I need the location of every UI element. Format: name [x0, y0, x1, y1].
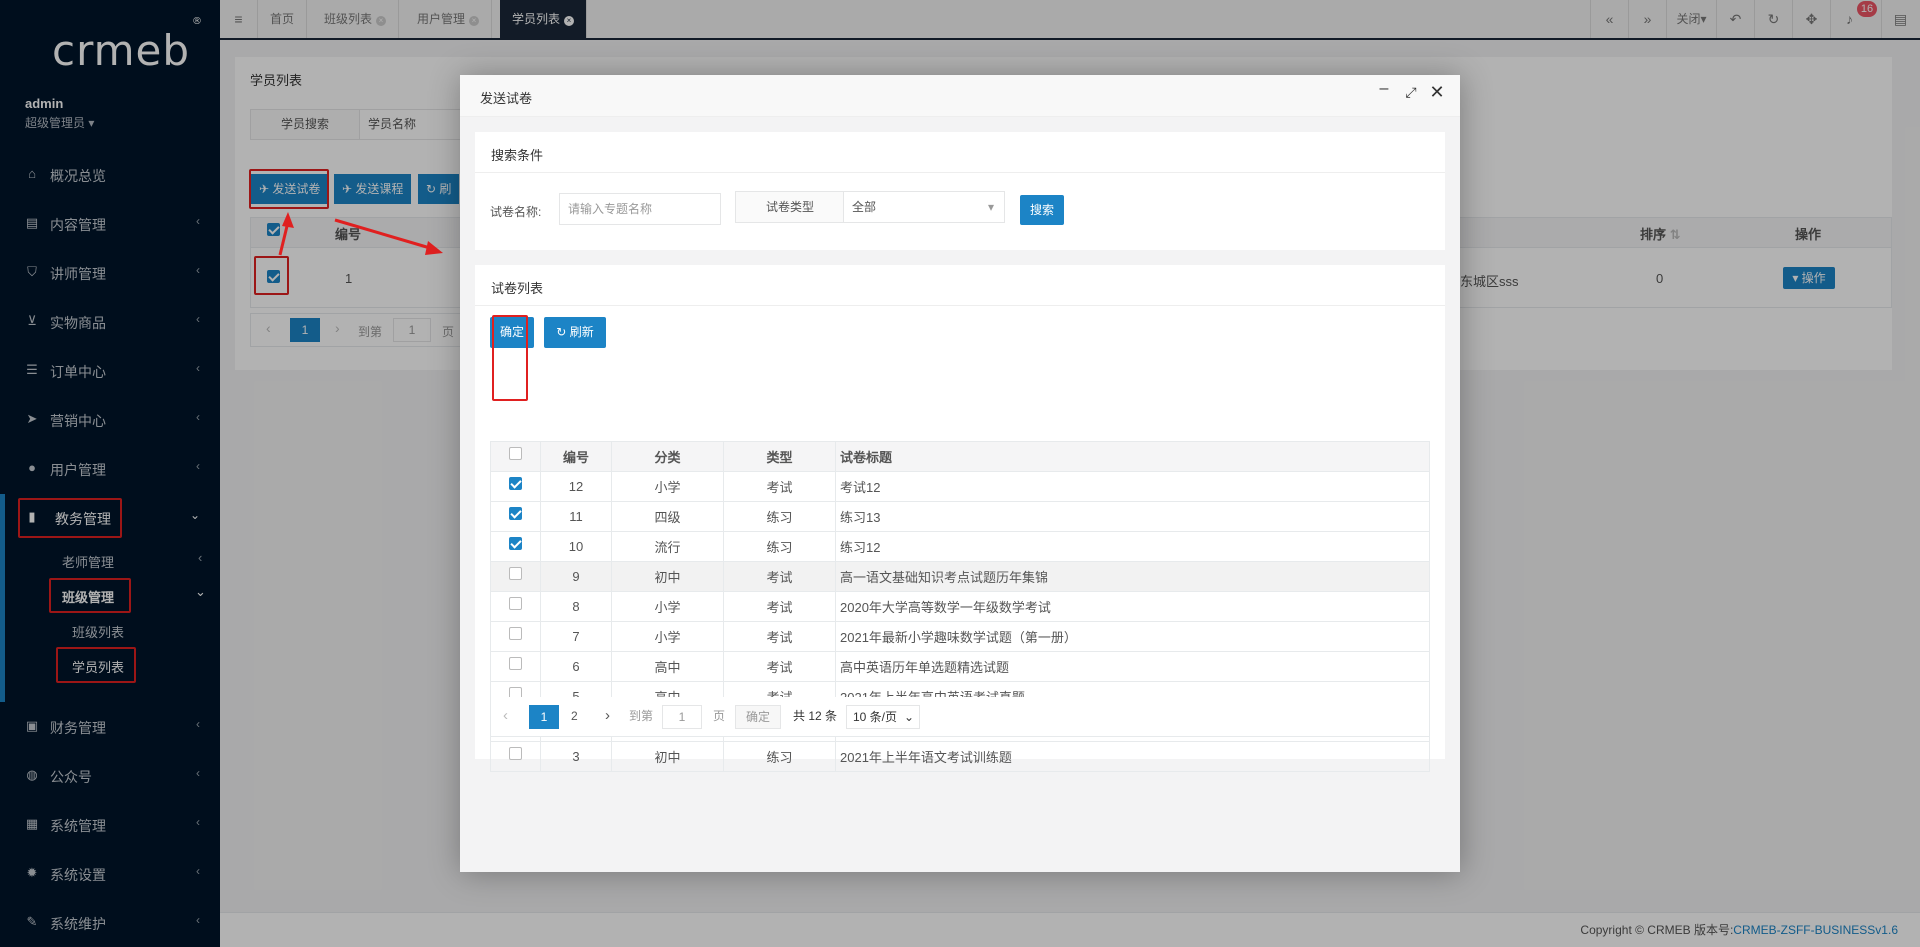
page-size-select[interactable]: 10 条/页 ⌄ — [846, 705, 920, 729]
row-checkbox-cell — [490, 471, 541, 502]
row-checkbox[interactable] — [509, 536, 522, 550]
row-title: 高一语文基础知识考点试题历年集锦 — [835, 561, 1430, 592]
total-count: 共 12 条 — [793, 709, 838, 723]
chevron-down-icon: ⌄ — [903, 710, 914, 724]
row-id: 6 — [540, 651, 612, 682]
modal-pagination: ‹ 1 2 › 到第 1 页 确定 共 12 条 10 条/页 ⌄ — [490, 697, 1430, 737]
modal-header: 发送试卷 – ⤢ ✕ — [460, 75, 1460, 117]
row-checkbox[interactable] — [509, 566, 522, 580]
paper-name-label: 试卷名称: — [490, 205, 542, 219]
modal-title: 发送试卷 — [480, 91, 533, 106]
select-all-checkbox[interactable] — [509, 446, 522, 460]
row-id: 3 — [540, 741, 612, 772]
row-checkbox-cell — [490, 561, 541, 592]
prev-page-icon[interactable]: ‹ — [503, 705, 508, 729]
row-type: 考试 — [723, 621, 836, 652]
page-2-button[interactable]: 2 — [571, 705, 578, 729]
table-row[interactable]: 9 初中 考试 高一语文基础知识考点试题历年集锦 — [490, 561, 1430, 592]
row-id: 9 — [540, 561, 612, 592]
row-checkbox[interactable] — [509, 476, 522, 490]
row-category: 流行 — [611, 531, 724, 562]
row-title: 练习12 — [835, 531, 1430, 562]
row-checkbox-cell — [490, 591, 541, 622]
search-button[interactable]: 搜索 — [1020, 195, 1064, 225]
row-title: 2021年最新小学趣味数学试题（第一册） — [835, 621, 1430, 652]
refresh-button[interactable]: ↻ 刷新 — [544, 317, 606, 348]
row-checkbox[interactable] — [509, 626, 522, 640]
goto-label: 到第 — [629, 709, 654, 723]
row-title: 2021年上半年语文考试训练题 — [835, 741, 1430, 772]
paper-name-input[interactable]: 请输入专题名称 — [559, 193, 721, 225]
row-id: 11 — [540, 501, 612, 532]
col-category-header: 分类 — [611, 441, 724, 472]
row-category: 小学 — [611, 621, 724, 652]
row-title: 考试12 — [835, 471, 1430, 502]
row-id: 10 — [540, 531, 612, 562]
goto-page-input[interactable]: 1 — [662, 705, 702, 729]
col-id-header: 编号 — [540, 441, 612, 472]
row-category: 四级 — [611, 501, 724, 532]
search-card: 搜索条件 试卷名称: 请输入专题名称 试卷类型 全部 ▾ 搜索 — [475, 132, 1445, 250]
highlight-box — [492, 315, 528, 401]
row-category: 高中 — [611, 651, 724, 682]
goto-confirm-button[interactable]: 确定 — [735, 705, 781, 729]
next-page-icon[interactable]: › — [605, 705, 610, 729]
table-row[interactable]: 6 高中 考试 高中英语历年单选题精选试题 — [490, 651, 1430, 682]
row-id: 7 — [540, 621, 612, 652]
row-checkbox-cell — [490, 501, 541, 532]
table-header-row: 编号 分类 类型 试卷标题 — [490, 441, 1430, 472]
paper-type-label: 试卷类型 — [735, 191, 845, 223]
row-type: 考试 — [723, 591, 836, 622]
paper-type-select[interactable]: 全部 ▾ — [843, 191, 1005, 223]
maximize-icon[interactable]: ⤢ — [1401, 84, 1421, 101]
row-title: 2020年大学高等数学一年级数学考试 — [835, 591, 1430, 622]
row-checkbox[interactable] — [509, 656, 522, 670]
row-type: 练习 — [723, 501, 836, 532]
row-id: 8 — [540, 591, 612, 622]
page-unit-label: 页 — [713, 709, 726, 723]
select-all-cell — [490, 441, 541, 472]
row-type: 考试 — [723, 471, 836, 502]
table-row[interactable]: 12 小学 考试 考试12 — [490, 471, 1430, 502]
row-category: 小学 — [611, 471, 724, 502]
page-1-button[interactable]: 1 — [529, 705, 559, 729]
close-icon[interactable]: ✕ — [1427, 82, 1447, 103]
table-row[interactable]: 11 四级 练习 练习13 — [490, 501, 1430, 532]
row-checkbox[interactable] — [509, 746, 522, 760]
row-type: 练习 — [723, 531, 836, 562]
row-title: 高中英语历年单选题精选试题 — [835, 651, 1430, 682]
row-checkbox[interactable] — [509, 596, 522, 610]
row-category: 初中 — [611, 741, 724, 772]
row-checkbox[interactable] — [509, 506, 522, 520]
row-title: 练习13 — [835, 501, 1430, 532]
row-category: 小学 — [611, 591, 724, 622]
row-category: 初中 — [611, 561, 724, 592]
row-type: 考试 — [723, 651, 836, 682]
search-section-title: 搜索条件 — [491, 148, 544, 163]
row-checkbox-cell — [490, 651, 541, 682]
row-checkbox-cell — [490, 741, 541, 772]
col-type-header: 类型 — [723, 441, 836, 472]
row-type: 考试 — [723, 561, 836, 592]
send-paper-modal: 发送试卷 – ⤢ ✕ 搜索条件 试卷名称: 请输入专题名称 试卷类型 全部 ▾ 搜… — [460, 75, 1460, 872]
row-checkbox-cell — [490, 621, 541, 652]
row-type: 练习 — [723, 741, 836, 772]
list-section-title: 试卷列表 — [491, 281, 544, 296]
table-row[interactable]: 10 流行 练习 练习12 — [490, 531, 1430, 562]
col-title-header: 试卷标题 — [835, 441, 1430, 472]
minimize-icon[interactable]: – — [1374, 80, 1394, 98]
row-id: 12 — [540, 471, 612, 502]
caret-down-icon: ▾ — [987, 200, 994, 214]
table-row[interactable]: 7 小学 考试 2021年最新小学趣味数学试题（第一册） — [490, 621, 1430, 652]
table-row[interactable]: 3 初中 练习 2021年上半年语文考试训练题 — [490, 741, 1430, 772]
row-checkbox-cell — [490, 531, 541, 562]
table-row[interactable]: 8 小学 考试 2020年大学高等数学一年级数学考试 — [490, 591, 1430, 622]
